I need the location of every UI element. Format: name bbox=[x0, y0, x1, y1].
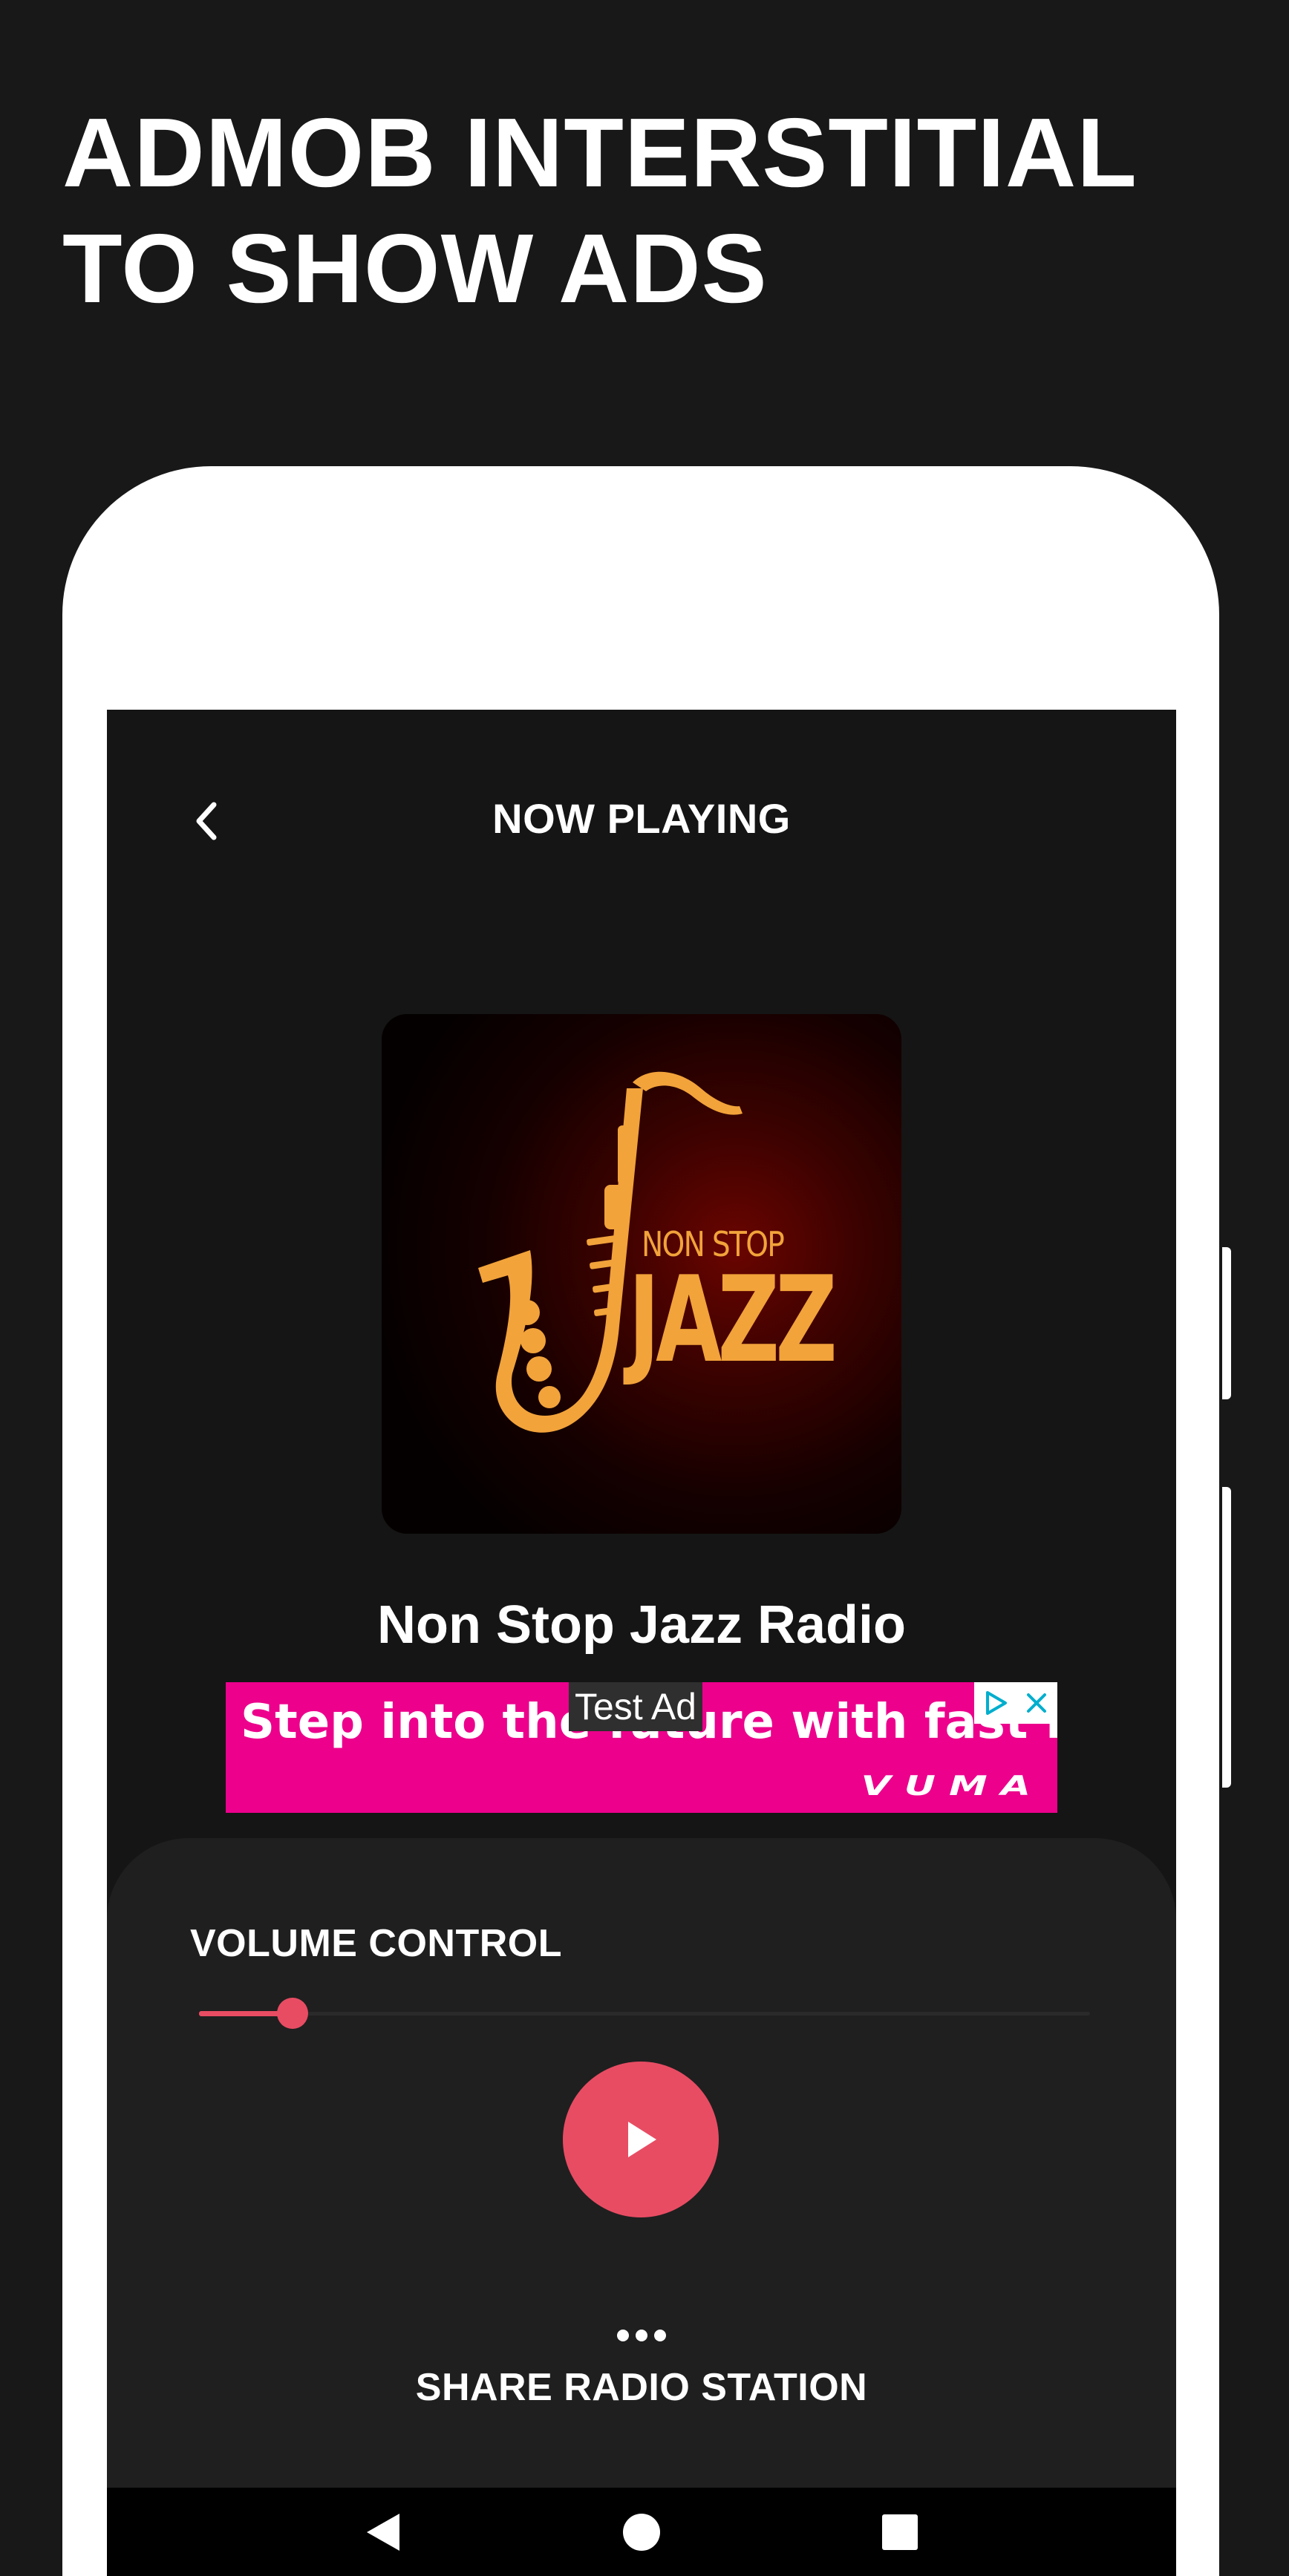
nav-back-button[interactable] bbox=[331, 2488, 435, 2576]
promo-headline: ADMOB INTERSTITIAL TO SHOW ADS bbox=[62, 95, 1138, 327]
promo-headline-line-2: TO SHOW ADS bbox=[62, 214, 768, 323]
more-horizontal-icon bbox=[606, 2313, 677, 2358]
share-station-label: SHARE RADIO STATION bbox=[415, 2366, 868, 2409]
volume-control-label: VOLUME CONTROL bbox=[190, 1922, 562, 1965]
ad-brand-logo: VUMA bbox=[861, 1771, 1044, 1802]
system-navigation-bar bbox=[107, 2488, 1176, 2576]
station-name: Non Stop Jazz Radio bbox=[376, 1595, 907, 1655]
volume-slider-track bbox=[199, 2012, 1090, 2016]
ad-banner[interactable]: Step into the future with fast fibre VUM… bbox=[226, 1682, 1057, 1813]
cover-text-big: JAZZ bbox=[628, 1250, 838, 1389]
nav-home-icon bbox=[623, 2513, 660, 2551]
nav-back-icon bbox=[367, 2513, 399, 2551]
test-ad-label: Test Ad bbox=[569, 1682, 702, 1731]
volume-slider-thumb[interactable] bbox=[277, 1998, 308, 2029]
app-screen: NOW PLAYING NON STOP JAZZ Non Stop Jazz … bbox=[107, 710, 1176, 2576]
ad-choices-controls bbox=[974, 1682, 1057, 1724]
screen-title: NOW PLAYING bbox=[492, 795, 791, 842]
top-app-bar: NOW PLAYING bbox=[107, 710, 1176, 932]
promo-page: ADMOB INTERSTITIAL TO SHOW ADS NOW PLAYI… bbox=[0, 0, 1289, 2576]
play-icon bbox=[628, 2122, 656, 2157]
player-panel: VOLUME CONTROL SHARE RADIO STATION bbox=[107, 1838, 1176, 2576]
phone-volume-button bbox=[1222, 1487, 1231, 1788]
volume-slider[interactable] bbox=[199, 1991, 1090, 2036]
play-button[interactable] bbox=[563, 2062, 719, 2217]
phone-side-button bbox=[1222, 1247, 1231, 1399]
nav-recents-icon bbox=[882, 2514, 918, 2550]
nav-home-button[interactable] bbox=[590, 2488, 694, 2576]
nav-recents-button[interactable] bbox=[848, 2488, 952, 2576]
share-station-button[interactable]: SHARE RADIO STATION bbox=[107, 2313, 1176, 2432]
promo-headline-line-1: ADMOB INTERSTITIAL bbox=[62, 98, 1138, 207]
adchoices-icon[interactable] bbox=[979, 1687, 1011, 1719]
station-cover-art: NON STOP JAZZ bbox=[382, 1014, 901, 1534]
close-icon[interactable] bbox=[1020, 1687, 1053, 1719]
